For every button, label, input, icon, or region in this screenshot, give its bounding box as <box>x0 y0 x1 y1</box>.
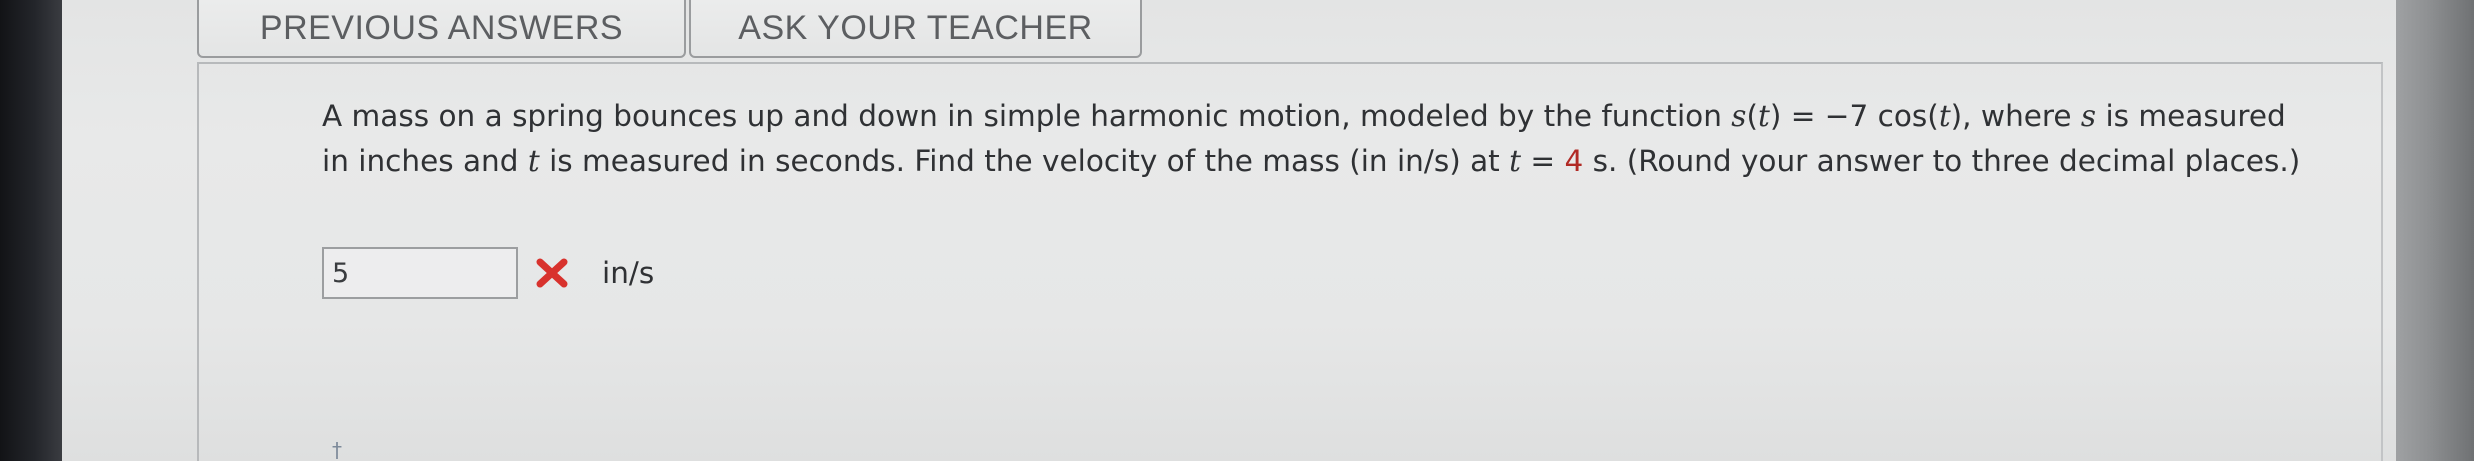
incorrect-x-icon <box>532 253 572 293</box>
question-text-part: ( <box>1746 99 1758 133</box>
variable-t: t <box>1509 144 1521 178</box>
question-text: A mass on a spring bounces up and down i… <box>322 94 2302 184</box>
question-text-part: is measured in seconds. Find the velocit… <box>539 144 1510 178</box>
variable-t: t <box>527 144 540 178</box>
monitor-bezel-left <box>0 0 62 461</box>
given-time-value: 4 <box>1564 144 1584 178</box>
question-text-part: s. (Round your answer to three decimal p… <box>1583 144 2301 178</box>
ask-your-teacher-button[interactable]: ASK YOUR TEACHER <box>689 0 1142 58</box>
question-text-part: = <box>1520 144 1565 178</box>
dagger-mark: † <box>332 438 342 461</box>
variable-t: t <box>1938 99 1951 133</box>
variable-s: s <box>2080 99 2097 133</box>
screen: PREVIOUS ANSWERS ASK YOUR TEACHER <box>62 0 2396 461</box>
answer-row: in/s <box>322 247 654 299</box>
function-name: s <box>1731 99 1747 133</box>
variable-t: t <box>1757 99 1770 133</box>
question-text-part: A mass on a spring bounces up and down i… <box>322 99 1732 133</box>
function-expression: = −7 cos( <box>1781 99 1939 133</box>
monitor-bezel-right <box>2396 0 2474 461</box>
question-text-part: ), where <box>1950 99 2081 133</box>
previous-answers-label: PREVIOUS ANSWERS <box>259 8 624 47</box>
answer-input[interactable] <box>322 247 518 299</box>
question-text-part: ) <box>1769 99 1782 133</box>
previous-answers-button[interactable]: PREVIOUS ANSWERS <box>197 0 686 58</box>
answer-unit: in/s <box>602 256 655 290</box>
ask-your-teacher-label: ASK YOUR TEACHER <box>738 8 1093 47</box>
